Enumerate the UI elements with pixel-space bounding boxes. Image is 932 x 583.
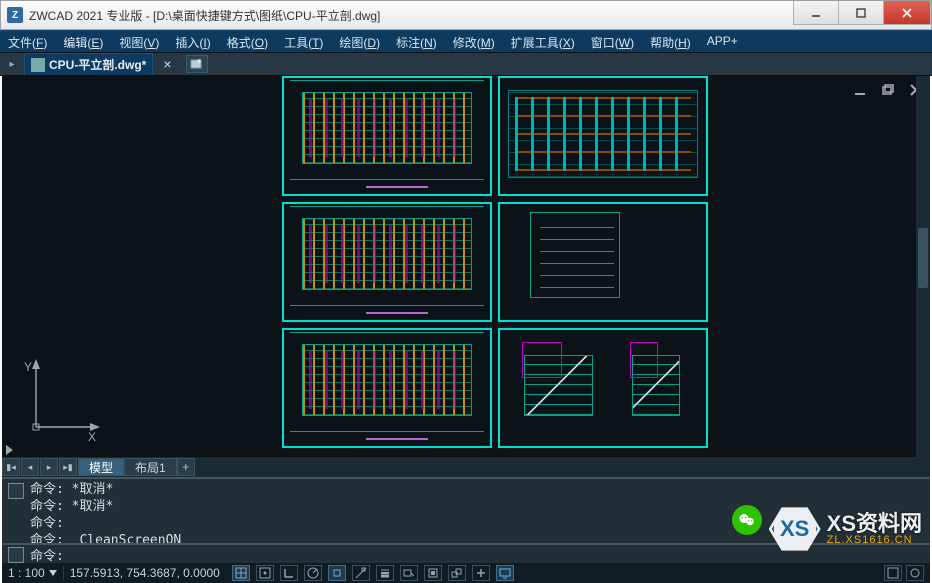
plus-icon[interactable] xyxy=(472,565,490,581)
status-tool-b[interactable] xyxy=(906,565,924,581)
menu-窗口[interactable]: 窗口(W) xyxy=(583,31,642,52)
command-history-line: 命令: *取消* xyxy=(30,481,924,498)
menu-插入[interactable]: 插入(I) xyxy=(167,31,218,52)
menu-帮助[interactable]: 帮助(H) xyxy=(642,31,699,52)
layout-nav-last[interactable]: ▸▮ xyxy=(59,458,77,476)
window-title: ZWCAD 2021 专业版 - [D:\桌面快捷键方式\图纸\CPU-平立剖.… xyxy=(29,7,794,24)
doc-toggle-icon[interactable]: ▸ xyxy=(4,56,20,72)
new-document-button[interactable] xyxy=(186,55,208,73)
drawing-elevation-1 xyxy=(498,76,708,196)
command-window: 命令: *取消*命令: *取消*命令:命令: _CleanScreenON 命令… xyxy=(2,477,930,563)
viewport-controls xyxy=(852,82,924,103)
polar-icon[interactable] xyxy=(304,565,322,581)
app-icon: Z xyxy=(7,7,23,23)
svg-text:X: X xyxy=(88,430,96,444)
layout-tab-row: ▮◂ ◂ ▸ ▸▮ 模型 布局1 + xyxy=(2,457,930,477)
drawing-section-1 xyxy=(498,202,708,322)
menu-bar: 文件(F)编辑(E)视图(V)插入(I)格式(O)工具(T)绘图(D)标注(N)… xyxy=(0,30,932,52)
cycle-icon[interactable] xyxy=(448,565,466,581)
grid-icon[interactable] xyxy=(232,565,250,581)
scroll-marker-icon xyxy=(6,445,13,455)
lwt-icon[interactable] xyxy=(376,565,394,581)
document-tab-close[interactable]: × xyxy=(153,56,181,72)
maximize-button[interactable] xyxy=(838,1,884,25)
otrack-icon[interactable] xyxy=(352,565,370,581)
command-history-line: 命令: _CleanScreenON xyxy=(30,532,924,543)
layout-nav-prev[interactable]: ◂ xyxy=(21,458,39,476)
drawing-viewport[interactable]: Y X xyxy=(2,76,930,457)
drawing-section-2 xyxy=(498,328,708,448)
menu-文件[interactable]: 文件(F) xyxy=(0,31,55,52)
vertical-scrollbar[interactable] xyxy=(916,76,930,457)
minimize-button[interactable] xyxy=(793,1,839,25)
command-history-line: 命令: *取消* xyxy=(30,498,924,515)
menu-工具[interactable]: 工具(T) xyxy=(276,31,331,52)
ucs-axis-icon: Y X xyxy=(16,357,106,447)
menu-绘图[interactable]: 绘图(D) xyxy=(331,31,388,52)
drawing-plan-1 xyxy=(282,76,492,196)
menu-修改[interactable]: 修改(M) xyxy=(445,31,503,52)
document-tab-row: ▸ CPU-平立剖.dwg* × xyxy=(0,52,932,76)
menu-编辑[interactable]: 编辑(E) xyxy=(55,31,111,52)
viewport-restore-icon[interactable] xyxy=(880,82,896,103)
status-scale[interactable]: 1 : 100 xyxy=(2,563,63,583)
command-history[interactable]: 命令: *取消*命令: *取消*命令:命令: _CleanScreenON xyxy=(2,479,930,543)
status-bar: 1 : 100 157.5913, 754.3687, 0.0000 xyxy=(2,563,930,583)
dwg-file-icon xyxy=(31,58,45,72)
close-button[interactable] xyxy=(883,1,931,25)
snap-icon[interactable] xyxy=(256,565,274,581)
menu-标注[interactable]: 标注(N) xyxy=(388,31,445,52)
window-titlebar: Z ZWCAD 2021 专业版 - [D:\桌面快捷键方式\图纸\CPU-平立… xyxy=(0,0,932,30)
menu-APP+[interactable]: APP+ xyxy=(699,31,746,52)
menu-扩展工具[interactable]: 扩展工具(X) xyxy=(503,31,583,52)
viewport-minimize-icon[interactable] xyxy=(852,82,868,103)
svg-text:Y: Y xyxy=(24,360,32,374)
layout-add-button[interactable]: + xyxy=(177,458,195,476)
layout-nav-next[interactable]: ▸ xyxy=(40,458,58,476)
wechat-icon xyxy=(732,505,762,535)
command-history-line: 命令: xyxy=(30,515,924,532)
layout-tab-model[interactable]: 模型 xyxy=(78,458,124,476)
menu-视图[interactable]: 视图(V) xyxy=(111,31,167,52)
drawing-plan-2 xyxy=(282,202,492,322)
layout-tab-layout1[interactable]: 布局1 xyxy=(124,458,177,476)
horizontal-scrollbar[interactable] xyxy=(212,463,916,477)
status-coordinates: 157.5913, 754.3687, 0.0000 xyxy=(64,563,226,583)
layout-nav-first[interactable]: ▮◂ xyxy=(2,458,20,476)
osnap-icon[interactable] xyxy=(328,565,346,581)
drawing-sheets xyxy=(282,76,708,448)
model-icon[interactable] xyxy=(424,565,442,581)
menu-格式[interactable]: 格式(O) xyxy=(219,31,276,52)
document-tab-label: CPU-平立剖.dwg* xyxy=(49,56,146,73)
status-tool-a[interactable] xyxy=(884,565,902,581)
dyn-icon[interactable] xyxy=(400,565,418,581)
drawing-plan-3 xyxy=(282,328,492,448)
command-input-row[interactable]: 命令: xyxy=(2,543,930,563)
ortho-icon[interactable] xyxy=(280,565,298,581)
document-tab[interactable]: CPU-平立剖.dwg* xyxy=(24,53,153,75)
command-prompt: 命令: xyxy=(30,545,64,564)
screen-icon[interactable] xyxy=(496,565,514,581)
